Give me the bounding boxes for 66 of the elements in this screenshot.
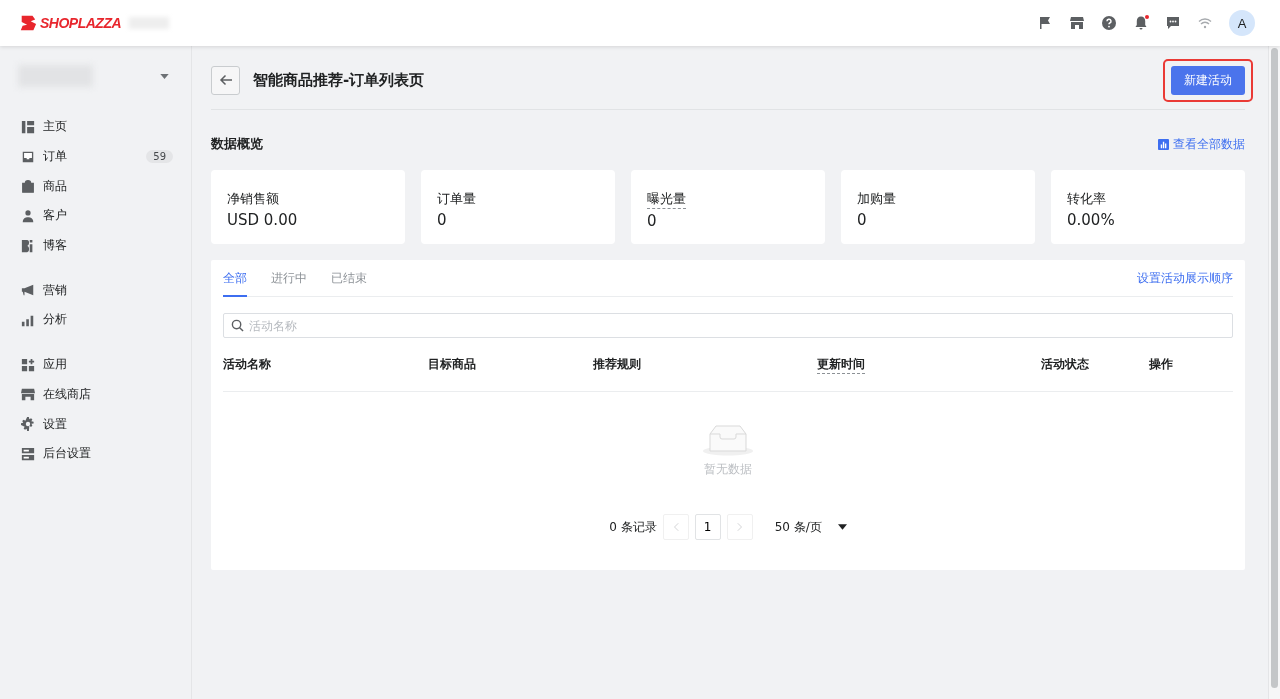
- display-order-link[interactable]: 设置活动展示顺序: [1137, 269, 1233, 287]
- column-header: 活动状态: [1041, 356, 1090, 373]
- chat-icon[interactable]: [1165, 15, 1181, 31]
- metric-label: 订单量: [437, 191, 476, 208]
- back-button[interactable]: [211, 65, 240, 95]
- nav-item[interactable]: 在线商店: [18, 379, 173, 410]
- metric-value: 0.00%: [1067, 211, 1116, 229]
- nav-item[interactable]: 订单 59: [18, 141, 173, 172]
- nav-item[interactable]: 分析: [18, 305, 173, 335]
- count-badge: 59: [146, 150, 173, 164]
- metric-label: 曝光量: [647, 191, 686, 209]
- nav-item[interactable]: 主页: [18, 112, 173, 142]
- metric-label: 转化率: [1067, 191, 1106, 208]
- search-field[interactable]: 活动名称: [223, 313, 1233, 338]
- scrollbar-thumb[interactable]: [1271, 48, 1278, 688]
- store-icon[interactable]: [1069, 15, 1085, 31]
- nav-icon: [21, 238, 35, 253]
- nav-item[interactable]: 营销: [18, 275, 173, 306]
- nav-icon: [21, 446, 35, 461]
- tab[interactable]: 全部: [223, 259, 247, 297]
- new-activity-button[interactable]: 新建活动: [1171, 65, 1245, 95]
- nav-item[interactable]: 博客: [18, 230, 173, 261]
- metric-value: 0: [437, 211, 448, 229]
- avatar[interactable]: A: [1229, 10, 1255, 36]
- nav-item[interactable]: 商品: [18, 171, 173, 202]
- empty-inbox-icon: [702, 422, 754, 456]
- section-title: 数据概览: [211, 136, 263, 153]
- column-header: 更新时间: [817, 355, 865, 374]
- logo-text: SHOPLAZZA: [40, 15, 122, 31]
- help-icon[interactable]: [1101, 15, 1117, 31]
- wifi-icon: [1197, 15, 1213, 31]
- nav-item[interactable]: 应用: [18, 349, 173, 380]
- nav-item[interactable]: 后台设置: [18, 438, 173, 469]
- bell-icon[interactable]: [1133, 15, 1149, 31]
- column-header: 活动名称: [223, 356, 272, 373]
- nav-icon: [21, 283, 35, 298]
- nav-icon: [21, 179, 35, 194]
- search-icon: [231, 319, 244, 332]
- back-arrow-icon: [218, 73, 233, 87]
- nav-icon: [21, 417, 35, 432]
- nav-icon: [21, 119, 35, 134]
- page-size-select[interactable]: 50 条/页: [774, 518, 847, 536]
- nav-item[interactable]: 设置: [18, 409, 173, 439]
- page-title: 智能商品推荐-订单列表页: [253, 70, 425, 90]
- metric-value: USD 0.00: [227, 211, 299, 229]
- nav-icon: [21, 357, 35, 372]
- nav-item[interactable]: 客户: [18, 201, 173, 231]
- record-count: 0 条记录: [609, 518, 657, 536]
- caret-icon: [837, 524, 847, 530]
- column-header: 目标商品: [428, 356, 477, 373]
- flag-icon[interactable]: [1037, 15, 1053, 31]
- nav-icon: [21, 149, 35, 164]
- chart-icon: [1158, 139, 1169, 150]
- metric-label: 净销售额: [227, 191, 279, 208]
- logo-icon: [19, 14, 37, 32]
- metric-label: 加购量: [857, 191, 896, 208]
- column-header: 推荐规则: [593, 356, 642, 373]
- empty-text: 暂无数据: [704, 462, 752, 477]
- view-all-data-link[interactable]: 查看全部数据: [1158, 136, 1245, 153]
- metric-value: 0: [857, 211, 868, 229]
- column-header: 操作: [1149, 356, 1174, 373]
- metric-value: 0: [647, 212, 658, 230]
- nav-icon: [21, 387, 35, 402]
- page-button[interactable]: 1: [694, 514, 721, 540]
- dropdown-icon[interactable]: [160, 73, 169, 79]
- nav-icon: [21, 208, 35, 223]
